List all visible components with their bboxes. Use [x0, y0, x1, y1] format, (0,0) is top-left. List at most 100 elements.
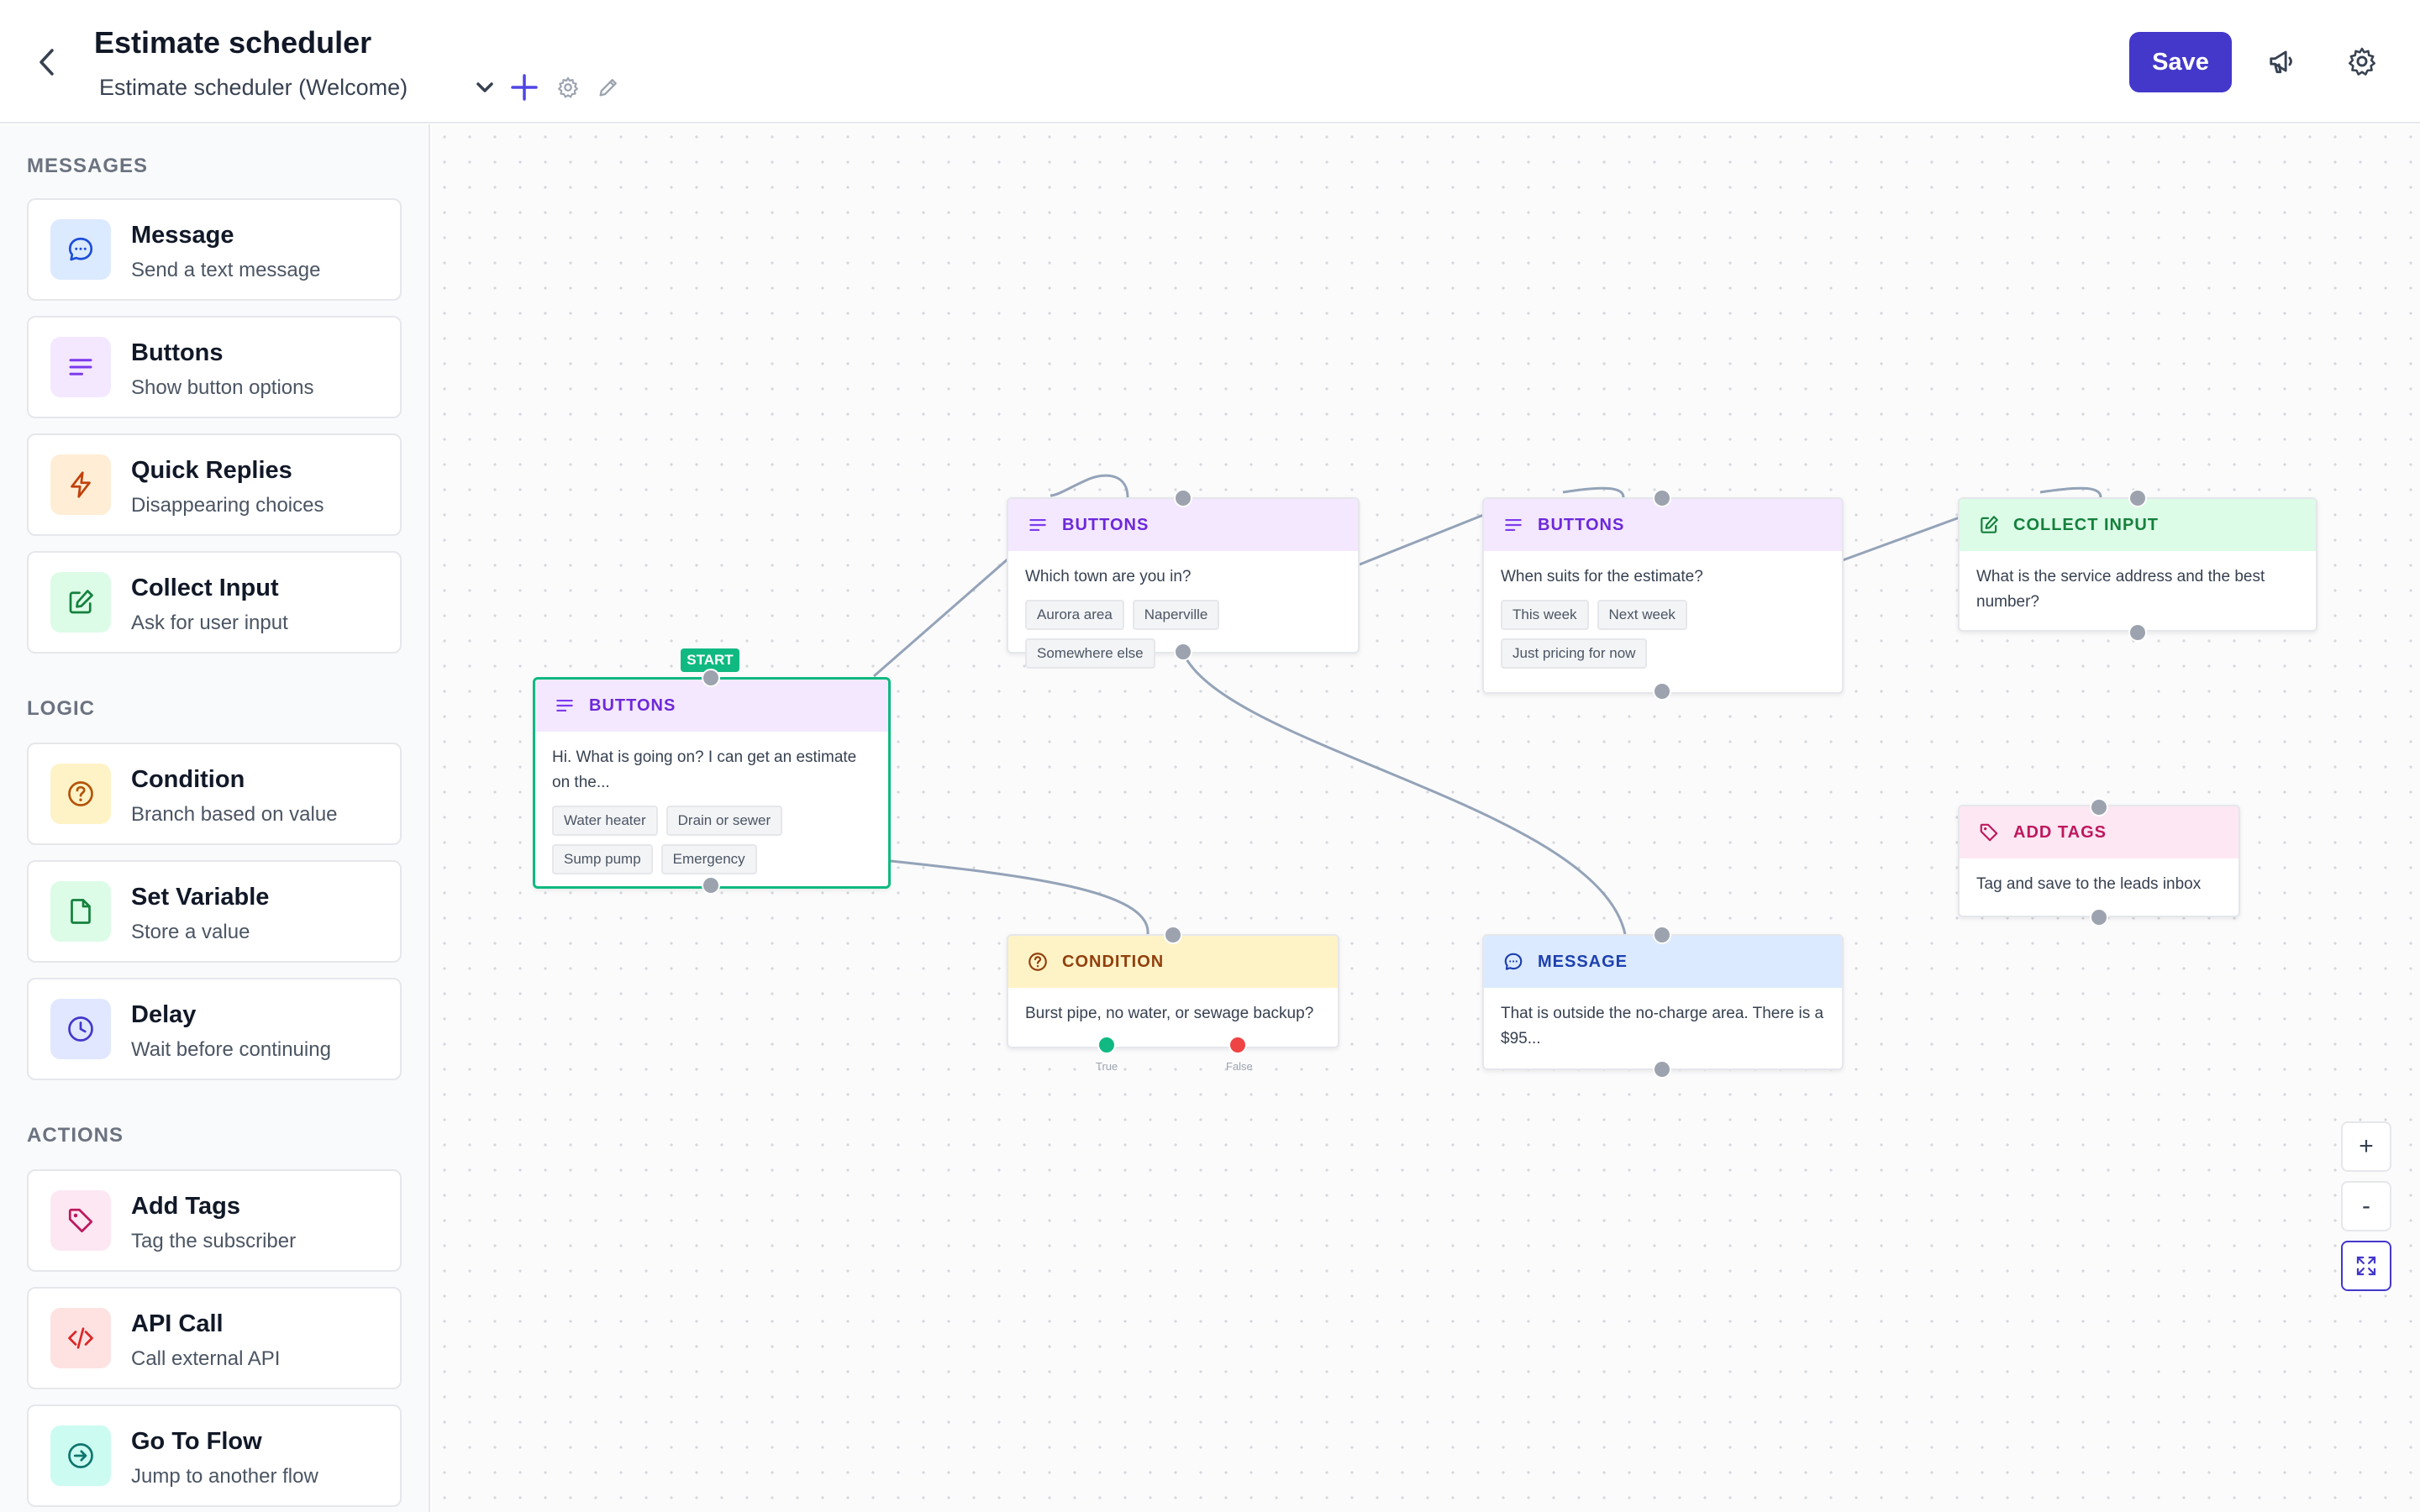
palette-item-quick-replies[interactable]: Quick Replies Disappearing choices [27, 433, 402, 536]
chevron-left-icon [39, 49, 54, 76]
palette-item-buttons[interactable]: Buttons Show button options [27, 316, 402, 418]
palette-item-set-variable[interactable]: Set Variable Store a value [27, 860, 402, 963]
palette-item-subtitle: Tag the subscriber [131, 1230, 297, 1252]
list-lines-icon [556, 699, 573, 712]
lightning-icon [50, 454, 111, 515]
output-handle[interactable] [2128, 623, 2147, 642]
option-chip[interactable]: Aurora area [1025, 600, 1124, 630]
node-add-tags[interactable]: ADD TAGS Tag and save to the leads inbox [1958, 805, 2240, 917]
output-handle[interactable] [1653, 1060, 1671, 1079]
arrow-circle-right-icon [50, 1425, 111, 1486]
option-chip[interactable]: Drain or sewer [666, 806, 783, 836]
palette-item-subtitle: Call external API [131, 1347, 281, 1370]
chat-bubble-icon [1504, 953, 1523, 970]
settings-button[interactable] [2343, 42, 2381, 81]
option-chip[interactable]: Emergency [660, 844, 757, 874]
palette-item-subtitle: Wait before continuing [131, 1038, 331, 1061]
node-message-text: Hi. What is going on? I can get an estim… [552, 748, 857, 791]
section-title-actions: ACTIONS [27, 1124, 124, 1147]
code-icon [50, 1308, 111, 1368]
node-header: BUTTONS [535, 680, 888, 732]
palette-item-title: Delay [131, 1001, 197, 1028]
zoom-in-button[interactable]: + [2341, 1121, 2391, 1172]
fit-screen-icon [2356, 1256, 2376, 1276]
back-button[interactable] [30, 44, 64, 81]
palette-item-subtitle: Disappearing choices [131, 494, 324, 517]
pencil-icon [599, 79, 617, 97]
input-handle[interactable] [1164, 926, 1182, 944]
question-circle-icon [1028, 953, 1047, 971]
palette-item-subtitle: Ask for user input [131, 612, 288, 634]
node-condition[interactable]: CONDITION Burst pipe, no water, or sewag… [1007, 934, 1339, 1048]
node-collect-input[interactable]: COLLECT INPUT What is the service addres… [1958, 497, 2317, 632]
output-handle[interactable] [702, 876, 720, 895]
palette-item-title: Buttons [131, 339, 224, 366]
chat-bubble-icon [50, 219, 111, 280]
option-chip[interactable]: Somewhere else [1025, 638, 1155, 669]
tag-icon [1980, 823, 1998, 842]
gear-icon [558, 76, 578, 98]
node-buttons-town[interactable]: BUTTONS Which town are you in? Aurora ar… [1007, 497, 1360, 669]
palette-item-title: API Call [131, 1310, 224, 1337]
node-message-text: Tag and save to the leads inbox [1976, 875, 2202, 893]
page-title: Estimate scheduler [94, 25, 372, 60]
palette-item-title: Collect Input [131, 575, 279, 601]
input-handle[interactable] [2128, 489, 2147, 507]
zoom-out-button[interactable]: - [2341, 1181, 2391, 1231]
flow-selector[interactable]: Estimate scheduler (Welcome) [99, 71, 494, 104]
flow-selector-value: Estimate scheduler (Welcome) [99, 74, 408, 100]
node-message-text: Burst pipe, no water, or sewage backup? [1025, 1005, 1314, 1022]
palette-item-subtitle: Store a value [131, 921, 250, 943]
add-flow-button[interactable] [508, 71, 541, 104]
list-lines-icon [1505, 518, 1522, 532]
list-lines-icon [50, 337, 111, 397]
clock-icon [50, 999, 111, 1059]
output-handle[interactable] [2090, 908, 2108, 927]
option-chip[interactable]: Water heater [552, 806, 658, 836]
fit-view-button[interactable] [2341, 1241, 2391, 1291]
palette-item-add-tags[interactable]: Add Tags Tag the subscriber [27, 1169, 402, 1272]
node-type-label: ADD TAGS [2013, 822, 2107, 842]
node-type-label: CONDITION [1062, 952, 1165, 971]
palette-item-title: Add Tags [131, 1193, 240, 1220]
megaphone-icon [2270, 50, 2292, 74]
option-chip[interactable]: Sump pump [552, 844, 653, 874]
option-chip[interactable]: Just pricing for now [1501, 638, 1648, 669]
node-message[interactable]: MESSAGE That is outside the no-charge ar… [1482, 934, 1844, 1070]
node-type-label: BUTTONS [1062, 515, 1150, 534]
palette-item-subtitle: Jump to another flow [131, 1465, 318, 1488]
node-type-label: COLLECT INPUT [2013, 515, 2159, 534]
announcements-button[interactable] [2264, 42, 2302, 81]
palette-item-delay[interactable]: Delay Wait before continuing [27, 978, 402, 1080]
node-buttons-when[interactable]: BUTTONS When suits for the estimate? Thi… [1482, 497, 1844, 694]
option-chip[interactable]: Next week [1597, 600, 1687, 630]
node-buttons-start[interactable]: BUTTONS Hi. What is going on? I can get … [533, 677, 891, 889]
false-output-handle[interactable] [1228, 1036, 1247, 1054]
true-branch-label: True [1096, 1060, 1118, 1073]
palette-item-title: Go To Flow [131, 1428, 262, 1455]
palette-item-api-call[interactable]: API Call Call external API [27, 1287, 402, 1389]
flow-settings-button[interactable] [553, 72, 583, 102]
false-branch-label: False [1226, 1060, 1253, 1073]
output-handle[interactable] [1653, 682, 1671, 701]
palette-item-condition[interactable]: Condition Branch based on value [27, 743, 402, 845]
node-type-label: BUTTONS [589, 696, 676, 715]
input-handle[interactable] [1653, 926, 1671, 944]
palette-item-go-to-flow[interactable]: Go To Flow Jump to another flow [27, 1404, 402, 1507]
input-handle[interactable] [702, 669, 720, 687]
option-chip[interactable]: Naperville [1132, 600, 1220, 630]
rename-flow-button[interactable] [593, 72, 623, 102]
output-handle[interactable] [1174, 643, 1192, 661]
palette-item-subtitle: Send a text message [131, 259, 321, 281]
true-output-handle[interactable] [1097, 1036, 1116, 1054]
input-handle[interactable] [1174, 489, 1192, 507]
palette-item-message[interactable]: Message Send a text message [27, 198, 402, 301]
input-handle[interactable] [2090, 798, 2108, 816]
top-bar: Estimate scheduler Estimate scheduler (W… [0, 0, 2420, 123]
node-palette-sidebar: MESSAGES Message Send a text message But… [0, 124, 430, 1512]
palette-item-collect-input[interactable]: Collect Input Ask for user input [27, 551, 402, 654]
save-button[interactable]: Save [2129, 32, 2232, 92]
option-chip[interactable]: This week [1501, 600, 1589, 630]
plus-icon [511, 74, 538, 101]
input-handle[interactable] [1653, 489, 1671, 507]
